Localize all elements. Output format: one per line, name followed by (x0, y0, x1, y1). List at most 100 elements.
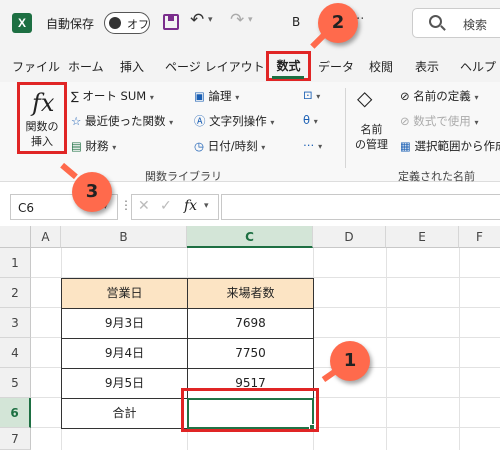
tab-file[interactable]: ファイル (12, 58, 60, 75)
step-badge-3: 3 (72, 172, 112, 212)
row-header-4[interactable]: 4 (0, 338, 31, 368)
row-header-7[interactable]: 7 (0, 428, 31, 450)
search-icon (429, 15, 442, 28)
column-header-d[interactable]: D (313, 226, 386, 248)
redo-dropdown-icon[interactable]: ▾ (248, 15, 253, 25)
tab-data[interactable]: データ (318, 58, 354, 75)
undo-dropdown-icon[interactable]: ▾ (208, 15, 213, 25)
row-header-2[interactable]: 2 (0, 278, 31, 308)
name-tag-icon: ◇ (357, 86, 373, 110)
title-bar: X 自動保存 オフ ↶ ▾ ↷ ▾ B ··· 検索 (0, 0, 500, 48)
tab-help[interactable]: ヘルプ (460, 58, 496, 75)
formula-bar-buttons: ✕ ✓ fx ▾ (131, 194, 219, 220)
table-header-cell[interactable]: 営業日 (61, 278, 188, 309)
search-box[interactable]: 検索 (412, 8, 500, 38)
grid-line (459, 248, 460, 450)
formula-input[interactable] (221, 194, 500, 220)
row-header-1[interactable]: 1 (0, 248, 31, 278)
create-from-selection-label: 選択範囲から作成 (414, 139, 500, 153)
toggle-knob (109, 17, 121, 29)
table-cell-date[interactable]: 9月3日 (61, 308, 188, 339)
text-label: 文字列操作 (209, 114, 267, 128)
autosum-button[interactable]: ∑ オート SUM ▾ (71, 88, 154, 104)
tab-page-layout[interactable]: ページ レイアウト (165, 58, 265, 75)
column-header-a[interactable]: A (31, 226, 61, 248)
autosave-label: 自動保存 (46, 17, 95, 31)
column-header-e[interactable]: E (386, 226, 459, 248)
more-functions-button[interactable]: ⋯ ▾ (303, 138, 322, 152)
tab-insert[interactable]: 挿入 (120, 58, 144, 75)
define-name-label: 名前の定義 (413, 89, 471, 103)
table-total-label[interactable]: 合計 (61, 398, 188, 429)
check-icon[interactable]: ✓ (160, 198, 172, 214)
chevron-down-icon: ▾ (270, 118, 275, 127)
redo-icon[interactable]: ↷ (230, 10, 244, 30)
sigma-icon: ∑ (71, 89, 83, 103)
datetime-label: 日付/時刻 (207, 139, 258, 153)
row-header-3[interactable]: 3 (0, 308, 31, 338)
group-divider (345, 88, 346, 168)
table-cell-date[interactable]: 9月4日 (61, 338, 188, 369)
insert-function-button[interactable]: fx 関数の 挿入 (17, 82, 67, 154)
column-header-f[interactable]: F (459, 226, 500, 248)
row-header-5[interactable]: 5 (0, 368, 31, 398)
file-name: B (292, 15, 301, 29)
chevron-down-icon: ▾ (149, 93, 154, 102)
table-header-cell[interactable]: 来場者数 (187, 278, 314, 309)
tab-home[interactable]: ホーム (68, 58, 104, 75)
use-in-formula-button[interactable]: ⊘ 数式で使用 ▾ (400, 113, 478, 129)
chevron-down-icon: ▾ (318, 142, 323, 151)
highlight-frame-c6 (181, 388, 319, 432)
logical-icon: ▣ (194, 89, 209, 103)
column-header-c[interactable]: C (187, 226, 313, 248)
lookup-button[interactable]: ⊡ ▾ (303, 88, 320, 102)
save-icon[interactable] (163, 14, 179, 30)
table-cell-date[interactable]: 9月5日 (61, 368, 188, 399)
row-header-6[interactable]: 6 (0, 398, 31, 428)
table-cell-visitors[interactable]: 7698 (187, 308, 314, 339)
more-functions-icon: ⋯ (303, 138, 315, 152)
step-badge-1: 1 (330, 341, 370, 381)
clock-icon: ◷ (194, 139, 208, 153)
text-button[interactable]: Ⓐ 文字列操作 ▾ (194, 113, 274, 129)
autosave-toggle[interactable]: オフ (104, 12, 150, 34)
name-manager-button[interactable]: 名前 の管理 (355, 122, 388, 152)
cancel-icon[interactable]: ✕ (138, 198, 150, 214)
financial-button[interactable]: ▤ 財務 ▾ (71, 138, 116, 154)
fx-icon: fx (32, 89, 55, 117)
grid-line (386, 248, 387, 450)
text-icon: Ⓐ (194, 114, 210, 128)
selection-icon: ▦ (400, 139, 415, 153)
chevron-down-icon: ▾ (169, 118, 174, 127)
excel-logo-icon: X (12, 13, 32, 33)
financial-label: 財務 (85, 139, 109, 153)
ribbon-tabs: ファイル ホーム 挿入 ページ レイアウト 数式 データ 校閲 表示 ヘルプ (0, 48, 500, 82)
tag-icon: ⊘ (400, 89, 414, 103)
table-cell-visitors[interactable]: 7750 (187, 338, 314, 369)
insert-function-fx-icon[interactable]: fx (184, 198, 197, 214)
tab-review[interactable]: 校閲 (369, 58, 393, 75)
formula-tag-icon: ⊘ (400, 114, 414, 128)
logical-label: 論理 (208, 89, 232, 103)
undo-icon[interactable]: ↶ (190, 10, 204, 30)
math-icon: θ (303, 113, 311, 127)
chevron-down-icon[interactable]: ▾ (204, 201, 209, 211)
create-from-selection-button[interactable]: ▦ 選択範囲から作成 (400, 138, 500, 154)
chevron-down-icon: ▾ (474, 93, 479, 102)
column-header-b[interactable]: B (61, 226, 187, 248)
recent-functions-button[interactable]: ☆ 最近使った関数 ▾ (71, 113, 173, 129)
active-tab-indicator (272, 76, 304, 79)
define-name-button[interactable]: ⊘ 名前の定義 ▾ (400, 88, 478, 104)
search-placeholder: 検索 (463, 18, 488, 32)
select-all-corner[interactable] (0, 226, 31, 248)
function-library-group-label: 関数ライブラリ (145, 170, 222, 183)
lookup-icon: ⊡ (303, 88, 313, 102)
logical-button[interactable]: ▣ 論理 ▾ (194, 88, 239, 104)
datetime-button[interactable]: ◷ 日付/時刻 ▾ (194, 138, 265, 154)
chevron-down-icon: ▾ (112, 143, 117, 152)
insert-function-label: 関数の 挿入 (25, 120, 59, 148)
defined-names-group-label: 定義された名前 (398, 170, 475, 183)
tab-view[interactable]: 表示 (415, 58, 439, 75)
ribbon: fx 関数の 挿入 ∑ オート SUM ▾ ☆ 最近使った関数 ▾ ▤ 財務 ▾… (0, 82, 500, 183)
math-button[interactable]: θ ▾ (303, 113, 318, 127)
